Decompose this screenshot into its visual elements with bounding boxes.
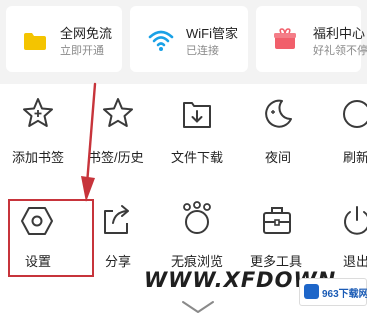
menu-more-tools[interactable]: 更多工具 [240, 203, 316, 273]
refresh-icon [343, 100, 367, 128]
menu-settings[interactable]: 设置 [0, 203, 76, 273]
share-icon [104, 205, 129, 234]
folder-icon [24, 33, 46, 50]
menu-exit[interactable]: 退出 [320, 203, 367, 273]
promo-card-title: WiFi管家 [186, 26, 238, 41]
menu-night-mode[interactable]: 夜间 [240, 96, 316, 166]
menu-refresh[interactable]: 刷新 [320, 96, 367, 166]
incognito-icon [183, 201, 211, 234]
promo-card-title: 全网免流 [60, 26, 113, 41]
menu-file-download[interactable]: 文件下载 [160, 96, 236, 166]
moon-icon [265, 99, 292, 128]
promo-card-subtitle: 立即开通 [60, 45, 104, 57]
star-icon [103, 98, 133, 127]
site-badge: 963下载网 [299, 278, 367, 306]
site-badge-text: 963下载网 [322, 289, 367, 300]
download-icon [183, 102, 211, 128]
promo-card-subtitle: 已连接 [186, 45, 219, 57]
gift-icon [274, 28, 296, 49]
power-icon [344, 206, 367, 235]
menu-share[interactable]: 分享 [80, 203, 156, 273]
promo-card-welfare[interactable]: 福利中心 好礼领不停 [256, 6, 367, 72]
menu-label: 刷新 [343, 150, 367, 165]
promo-card-subtitle: 好礼领不停 [313, 45, 367, 57]
chevron-down-icon[interactable] [181, 300, 215, 314]
hexagon-settings-icon [21, 207, 53, 235]
menu-label: 文件下载 [171, 150, 224, 165]
star-plus-icon [23, 98, 53, 127]
menu-label: 夜间 [265, 150, 292, 165]
toolbox-icon [263, 207, 291, 234]
wifi-icon [148, 30, 174, 51]
menu-add-bookmark[interactable]: 添加书签 [0, 96, 76, 166]
promo-card-free-traffic[interactable]: 全网免流 立即开通 [6, 6, 122, 72]
menu-label: 设置 [25, 254, 52, 269]
menu-label: 分享 [105, 254, 132, 269]
menu-label: 添加书签 [12, 150, 65, 165]
promo-card-wifi[interactable]: WiFi管家 已连接 [130, 6, 248, 72]
site-logo-icon [304, 284, 319, 299]
promo-card-title: 福利中心 [313, 26, 366, 41]
menu-incognito[interactable]: 无痕浏览 [160, 201, 236, 273]
annotation-arrow [81, 82, 97, 202]
menu-label: 退出 [343, 254, 367, 269]
